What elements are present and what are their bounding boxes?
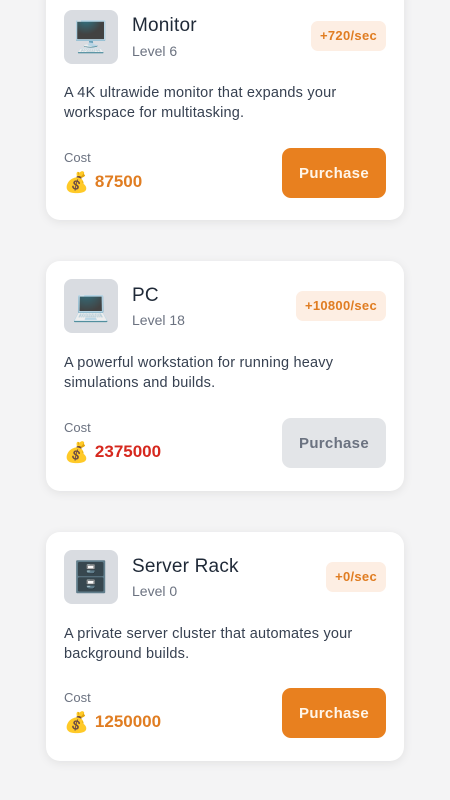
money-bag-icon: 💰 bbox=[64, 170, 89, 194]
cost-row: 💰 1250000 bbox=[64, 710, 161, 734]
purchase-button[interactable]: Purchase bbox=[282, 148, 386, 198]
cost-label: Cost bbox=[64, 420, 91, 435]
item-description: A private server cluster that automates … bbox=[64, 626, 353, 662]
cost-value: 1250000 bbox=[94, 712, 162, 731]
item-name: Server Rack bbox=[132, 556, 239, 577]
rate-badge: +720/sec bbox=[311, 21, 386, 51]
item-description: A 4K ultrawide monitor that expands your… bbox=[64, 85, 337, 121]
item-name: Monitor bbox=[132, 15, 197, 36]
rate-badge: +10800/sec bbox=[295, 291, 386, 321]
item-name: PC bbox=[132, 285, 159, 306]
item-level: Level 18 bbox=[132, 312, 185, 328]
cost-row: 💰 87500 bbox=[64, 170, 142, 194]
file-cabinet-icon: 🗄️ bbox=[64, 550, 118, 604]
cost-label: Cost bbox=[64, 690, 91, 705]
purchase-button[interactable]: Purchase bbox=[282, 688, 386, 738]
money-bag-icon: 💰 bbox=[64, 440, 89, 464]
upgrade-card-monitor: 🖥️ Monitor Level 6 +720/sec A 4K ultrawi… bbox=[46, 0, 404, 220]
monitor-icon: 🖥️ bbox=[64, 10, 118, 64]
item-level: Level 0 bbox=[132, 583, 178, 599]
laptop-icon: 💻 bbox=[64, 279, 118, 333]
item-description: A powerful workstation for running heavy… bbox=[64, 355, 334, 391]
upgrade-card-pc: 💻 PC Level 18 +10800/sec A powerful work… bbox=[46, 261, 404, 491]
cost-label: Cost bbox=[64, 150, 91, 165]
rate-badge: +0/sec bbox=[326, 562, 386, 592]
cost-value: 2375000 bbox=[94, 442, 162, 461]
purchase-button[interactable]: Purchase bbox=[282, 418, 386, 468]
cost-row: 💰 2375000 bbox=[64, 440, 161, 464]
item-level: Level 6 bbox=[132, 43, 178, 59]
money-bag-icon: 💰 bbox=[64, 710, 89, 734]
upgrade-card-server-rack: 🗄️ Server Rack Level 0 +0/sec A private … bbox=[46, 532, 404, 761]
cost-value: 87500 bbox=[94, 172, 143, 191]
